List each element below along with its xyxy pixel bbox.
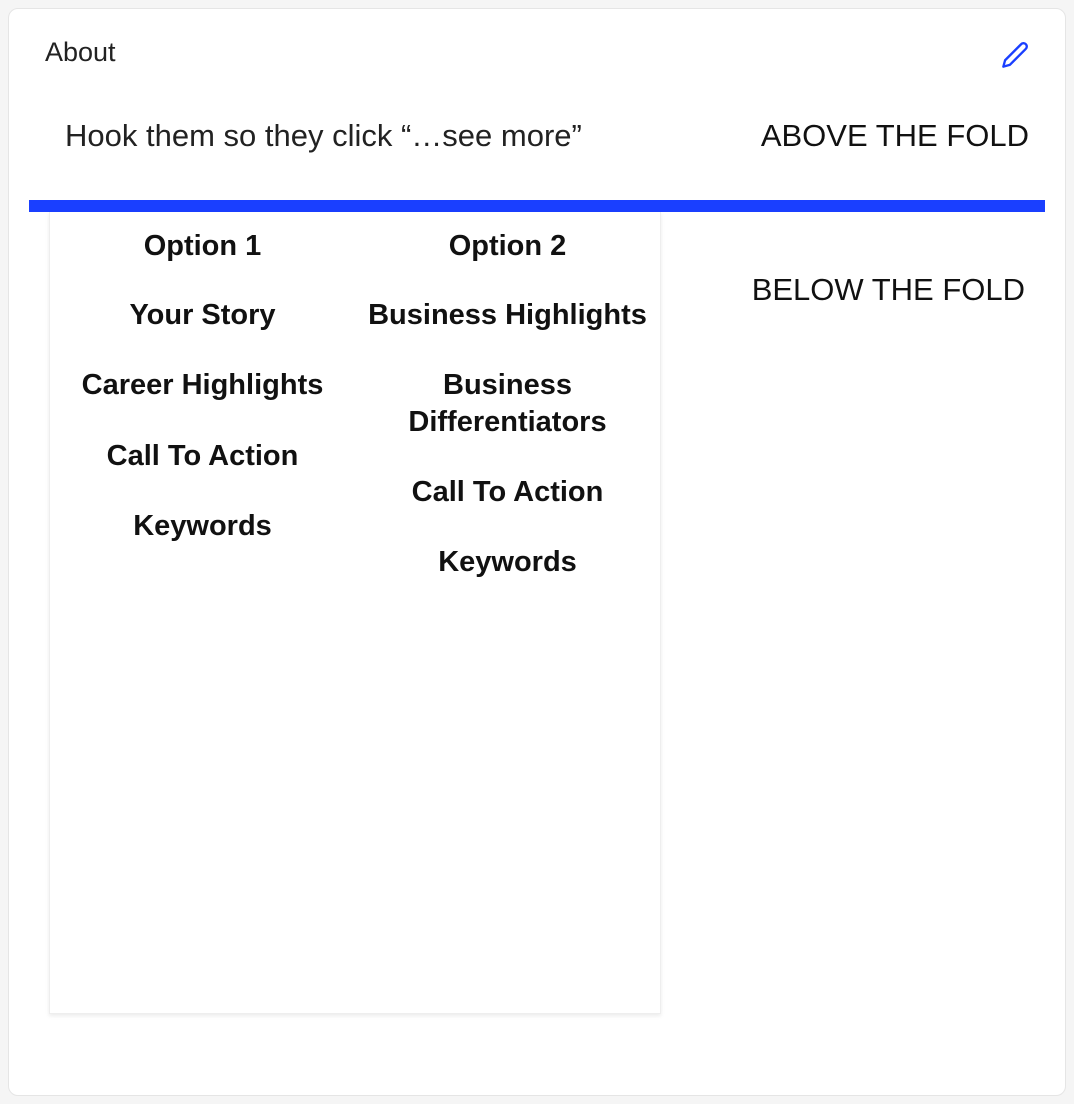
option-item: Business Highlights (365, 297, 650, 333)
option-item: Call To Action (365, 474, 650, 510)
option-title: Option 1 (60, 230, 345, 263)
below-fold-label: BELOW THE FOLD (752, 272, 1025, 308)
card-header: About (9, 9, 1065, 74)
fold-divider (29, 200, 1045, 212)
option-item: Your Story (60, 297, 345, 333)
about-card: About Hook them so they click “…see more… (8, 8, 1066, 1096)
above-fold-label: ABOVE THE FOLD (761, 118, 1029, 154)
option-item: Business Differentiators (365, 367, 650, 440)
hook-text: Hook them so they click “…see more” (65, 118, 582, 154)
option-item: Keywords (365, 544, 650, 580)
edit-icon[interactable] (1001, 41, 1029, 74)
option-item: Career Highlights (60, 367, 345, 403)
above-fold-row: Hook them so they click “…see more” ABOV… (9, 74, 1065, 200)
option-item: Keywords (60, 508, 345, 544)
option-column-2: Option 2 Business Highlights Business Di… (355, 212, 660, 1013)
option-column-1: Option 1 Your Story Career Highlights Ca… (50, 212, 355, 1013)
options-panel: Option 1 Your Story Career Highlights Ca… (49, 212, 661, 1014)
option-item: Call To Action (60, 438, 345, 474)
option-title: Option 2 (365, 230, 650, 263)
section-title: About (45, 37, 116, 68)
below-fold-region: BELOW THE FOLD Option 1 Your Story Caree… (9, 212, 1065, 1014)
